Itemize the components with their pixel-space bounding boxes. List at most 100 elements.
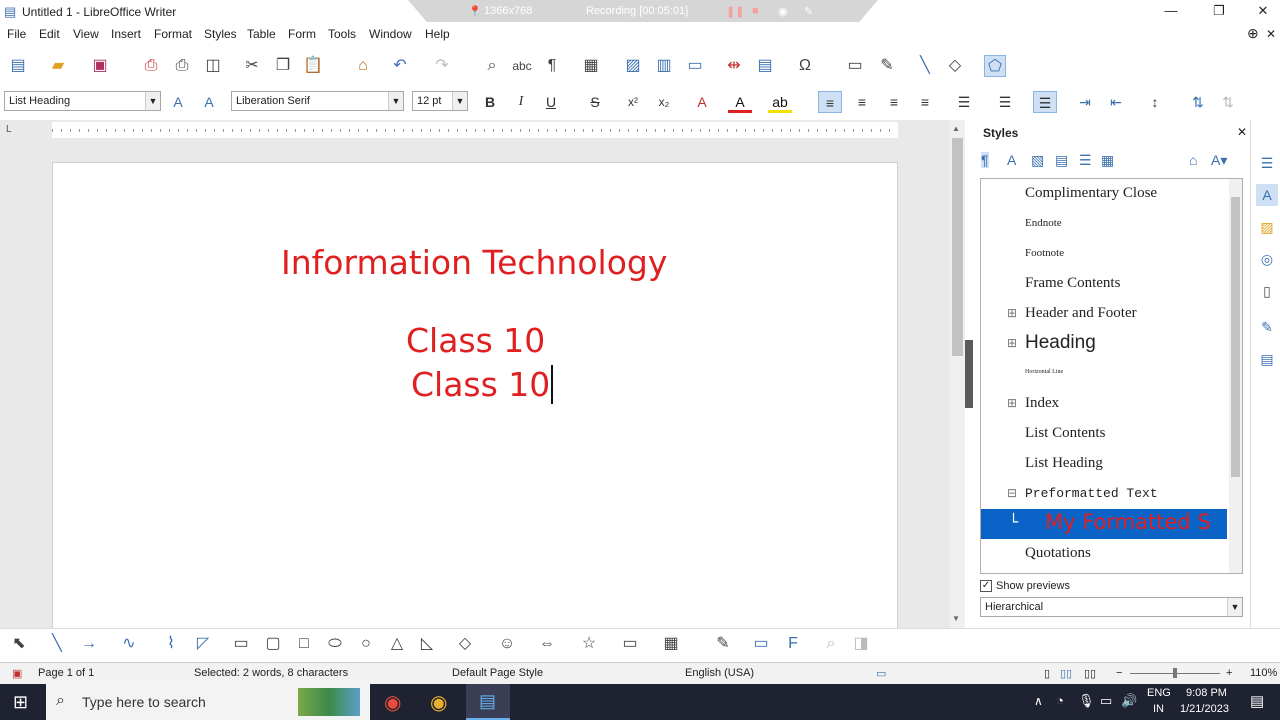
- style-filter-dropdown[interactable]: Hierarchical ▼: [980, 597, 1243, 617]
- maximize-button[interactable]: ❐: [1204, 2, 1234, 20]
- windows-start-icon[interactable]: ⊞: [13, 692, 28, 713]
- italic-icon[interactable]: I: [509, 91, 533, 113]
- scroll-thumb[interactable]: [952, 138, 963, 356]
- basic-shapes-icon[interactable]: ◇: [944, 55, 966, 77]
- pen-icon[interactable]: ✎: [804, 5, 813, 18]
- rounded-rectangle-icon[interactable]: ▢: [262, 633, 284, 655]
- style-list[interactable]: Complimentary Close Endnote Footnote Fra…: [980, 178, 1243, 574]
- chrome-icon[interactable]: ◉: [384, 690, 401, 715]
- chrome-profile-icon[interactable]: ◉: [430, 690, 447, 715]
- justify-icon[interactable]: ≡: [913, 91, 937, 113]
- menu-file[interactable]: File: [7, 27, 26, 41]
- underline-icon[interactable]: U: [539, 91, 563, 113]
- page-break-icon[interactable]: ⇹: [723, 55, 745, 77]
- menu-edit[interactable]: Edit: [39, 27, 60, 41]
- expand-icon[interactable]: ⊞: [1007, 306, 1017, 320]
- expand-icon[interactable]: ⊞: [1007, 396, 1017, 410]
- style-item-endnote[interactable]: Endnote: [1025, 217, 1062, 229]
- style-list-scrollbar[interactable]: [1229, 179, 1242, 573]
- insert-text-icon[interactable]: ▭: [750, 633, 772, 655]
- style-item-list-heading[interactable]: List Heading: [1025, 455, 1103, 472]
- print-icon[interactable]: ⎙: [171, 55, 193, 77]
- scroll-down-icon[interactable]: ▼: [952, 614, 960, 623]
- page-deck-icon[interactable]: ▯: [1256, 280, 1278, 302]
- table-styles-icon[interactable]: ▦: [1101, 152, 1114, 169]
- increase-indent-icon[interactable]: ⇥: [1073, 91, 1097, 113]
- insert-table-icon[interactable]: ▦: [580, 55, 602, 77]
- scroll-up-icon[interactable]: ▲: [952, 124, 960, 133]
- volume-icon[interactable]: 🔊: [1121, 693, 1137, 709]
- menu-window[interactable]: Window: [369, 27, 412, 41]
- new-style-icon[interactable]: A: [197, 91, 221, 113]
- circle-icon[interactable]: ○: [355, 633, 377, 655]
- selection-count[interactable]: Selected: 2 words, 8 characters: [194, 667, 348, 679]
- fill-format-icon[interactable]: ⌂: [1189, 152, 1197, 168]
- network-icon[interactable]: ◔: [1056, 693, 1064, 708]
- text-language[interactable]: English (USA): [685, 667, 754, 679]
- chevron-down-icon[interactable]: ▼: [388, 92, 403, 110]
- chevron-down-icon[interactable]: ▼: [145, 92, 160, 110]
- style-item-footnote[interactable]: Footnote: [1025, 247, 1064, 259]
- open-folder-icon[interactable]: ▰: [47, 55, 69, 77]
- taskbar-search-box[interactable]: ⌕ Type here to search: [46, 684, 370, 720]
- style-item-complimentary-close[interactable]: Complimentary Close: [1025, 185, 1157, 202]
- fontwork-icon[interactable]: ◸: [192, 633, 214, 655]
- clone-formatting-icon[interactable]: ⌂: [352, 55, 374, 77]
- book-view-icon[interactable]: ▯▯: [1084, 667, 1096, 680]
- close-document-icon[interactable]: ✕: [1266, 27, 1276, 41]
- navigator-deck-icon[interactable]: ◎: [1256, 248, 1278, 270]
- flowchart-icon[interactable]: ▦: [660, 633, 682, 655]
- find-replace-icon[interactable]: ⌕: [481, 55, 503, 77]
- special-character-icon[interactable]: Ω: [794, 55, 816, 77]
- camera-icon[interactable]: ◉: [778, 5, 788, 18]
- sidebar-collapse-handle[interactable]: [965, 340, 973, 408]
- bullet-list-icon[interactable]: ☰: [952, 91, 976, 113]
- paste-icon[interactable]: 📋: [302, 55, 324, 77]
- page-count[interactable]: Page 1 of 1: [38, 667, 94, 679]
- single-page-view-icon[interactable]: ▯: [1044, 667, 1050, 680]
- shadow-icon[interactable]: ◨: [850, 633, 872, 655]
- doc-line-class-10-cursor[interactable]: Class 10: [411, 365, 554, 404]
- decrease-spacing-icon[interactable]: ⇅: [1216, 91, 1240, 113]
- character-styles-icon[interactable]: A: [1007, 152, 1016, 168]
- style-item-horizontal-line[interactable]: Horizontal Line: [1025, 369, 1063, 375]
- strikethrough-icon[interactable]: S: [583, 91, 607, 113]
- right-triangle-icon[interactable]: ◺: [416, 633, 438, 655]
- insert-chart-icon[interactable]: ▥: [653, 55, 675, 77]
- curve-icon[interactable]: ∿: [118, 633, 140, 655]
- stop-icon[interactable]: ■: [752, 5, 759, 17]
- font-name-combo[interactable]: Liberation Serif ▼: [231, 91, 404, 111]
- highlight-icon[interactable]: ab: [768, 91, 792, 113]
- paragraph-styles-icon[interactable]: ¶: [981, 152, 989, 168]
- double-arrow-icon[interactable]: ⇔: [536, 633, 558, 655]
- input-region[interactable]: IN: [1153, 703, 1164, 715]
- properties-deck-icon[interactable]: ☰: [1256, 152, 1278, 174]
- globe-icon[interactable]: ⊕: [1247, 25, 1259, 42]
- line-arrow-icon[interactable]: →: [78, 633, 100, 655]
- insert-field-icon[interactable]: ▤: [754, 55, 776, 77]
- insert-image-icon[interactable]: ▨: [622, 55, 644, 77]
- close-sidebar-icon[interactable]: ✕: [1237, 125, 1247, 139]
- collapse-icon[interactable]: ⊟: [1007, 486, 1017, 500]
- styles-deck-icon[interactable]: A: [1256, 184, 1278, 206]
- frame-styles-icon[interactable]: ▧: [1031, 152, 1044, 169]
- style-item-header-and-footer[interactable]: Header and Footer: [1025, 305, 1137, 322]
- chevron-down-icon[interactable]: ▼: [1227, 598, 1242, 616]
- triangle-icon[interactable]: △: [386, 633, 408, 655]
- style-item-quotations[interactable]: Quotations: [1025, 545, 1091, 562]
- line-spacing-icon[interactable]: ↕: [1143, 91, 1167, 113]
- multi-page-view-icon[interactable]: ▯▯: [1060, 667, 1072, 680]
- style-item-my-formatted-style[interactable]: My Formatted S: [1045, 510, 1211, 534]
- style-item-heading[interactable]: Heading: [1025, 332, 1096, 354]
- page-style[interactable]: Default Page Style: [452, 667, 543, 679]
- menu-form[interactable]: Form: [288, 27, 316, 41]
- redo-icon[interactable]: ↷: [431, 55, 453, 77]
- copy-icon[interactable]: ❐: [272, 55, 294, 77]
- update-style-icon[interactable]: A: [166, 91, 190, 113]
- input-language[interactable]: ENG: [1147, 687, 1171, 699]
- document-page[interactable]: Information Technology Class 10 Class 10: [52, 162, 898, 632]
- align-right-icon[interactable]: ≡: [882, 91, 906, 113]
- style-inspector-deck-icon[interactable]: ✎: [1256, 316, 1278, 338]
- font-color-icon[interactable]: A: [728, 91, 752, 113]
- microphone-icon[interactable]: 🎙: [1078, 693, 1095, 709]
